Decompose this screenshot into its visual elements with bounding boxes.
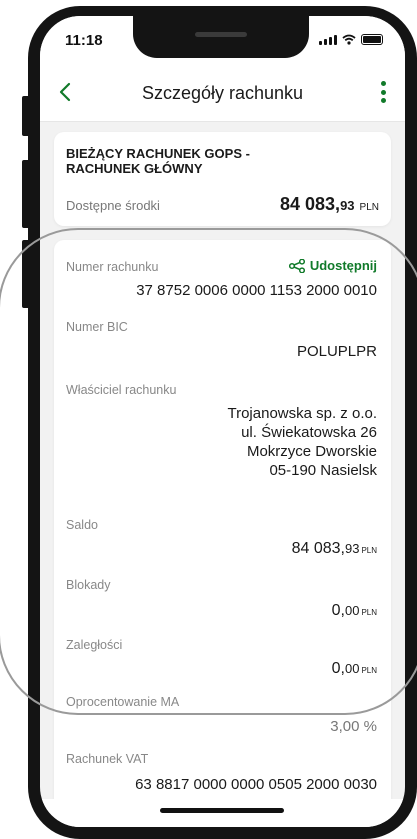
balance-int: 84 083, xyxy=(291,540,345,557)
owner-line: 05-190 Nasielsk xyxy=(269,462,377,479)
bic-value: POLUPLPR xyxy=(296,343,377,360)
account-number-value: 37 8752 0006 0000 1153 2000 0010 xyxy=(136,282,377,299)
account-name: BIEŻĄCY RACHUNEK GOPS - RACHUNEK GŁÓWNY xyxy=(66,146,250,176)
balance-value: 84 083,93 PLN xyxy=(292,540,377,558)
balance-label: Saldo xyxy=(66,518,98,532)
app-header: Szczegóły rachunku xyxy=(40,64,405,122)
stage: 11:18 Szczegóły rachunku BIEŻĄCY RACHUNE… xyxy=(0,0,417,839)
interest-value: 3,00 % xyxy=(330,718,377,735)
vat-account-label: Rachunek VAT xyxy=(66,752,149,766)
bic-label: Numer BIC xyxy=(66,320,128,334)
notch xyxy=(133,16,309,58)
owner-line: ul. Świekatowska 26 xyxy=(241,424,377,441)
blocks-currency: PLN xyxy=(361,608,377,617)
page-title: Szczegóły rachunku xyxy=(141,83,304,103)
owner-value: Trojanowska sp. z o.o. ul. Świekatowska … xyxy=(227,404,377,480)
status-time: 11:18 xyxy=(65,32,103,49)
balance-dec: 93 xyxy=(344,541,360,556)
side-button xyxy=(22,96,30,136)
blocks-label: Blokady xyxy=(66,578,111,592)
side-button xyxy=(22,160,30,228)
wifi-icon xyxy=(342,34,356,45)
account-details-card: Numer rachunku Udostępnij 37 8752 0006 0… xyxy=(54,240,391,810)
balance-currency: PLN xyxy=(361,546,377,555)
owner-label: Właściciel rachunku xyxy=(66,383,177,397)
phone-screen: 11:18 Szczegóły rachunku BIEŻĄCY RACHUNE… xyxy=(40,16,405,827)
owner-line: Mokrzyce Dworskie xyxy=(246,443,377,460)
available-funds-currency: PLN xyxy=(359,202,379,213)
available-funds-value: 84 083,93 PLN xyxy=(280,194,379,215)
account-summary-card: BIEŻĄCY RACHUNEK GOPS - RACHUNEK GŁÓWNY … xyxy=(54,132,391,226)
account-name-line: RACHUNEK GŁÓWNY xyxy=(66,161,203,176)
blocks-int: 0, xyxy=(331,602,345,619)
share-icon xyxy=(288,258,305,273)
arrears-label: Zaległości xyxy=(66,638,123,652)
available-funds-label: Dostępne środki xyxy=(66,198,160,213)
arrears-dec: 00 xyxy=(344,661,360,676)
bottom-safe-area xyxy=(40,799,405,827)
more-vertical-icon[interactable] xyxy=(381,81,387,103)
battery-icon xyxy=(361,34,383,45)
share-label: Udostępnij xyxy=(309,258,377,273)
status-icons xyxy=(319,34,383,45)
owner-line: Trojanowska sp. z o.o. xyxy=(227,405,377,422)
signal-icon xyxy=(319,34,337,45)
interest-label: Oprocentowanie MA xyxy=(66,695,180,709)
home-indicator[interactable] xyxy=(160,808,284,813)
available-funds-int: 84 083, xyxy=(280,194,341,214)
vat-account-value: 63 8817 0000 0000 0505 2000 0030 xyxy=(135,776,377,793)
blocks-value: 0,00 PLN xyxy=(332,602,377,620)
arrears-value: 0,00 PLN xyxy=(332,660,377,678)
arrears-int: 0, xyxy=(331,660,345,677)
available-funds-dec: 93 xyxy=(340,198,355,213)
account-number-label: Numer rachunku xyxy=(66,260,159,274)
share-button[interactable]: Udostępnij xyxy=(288,258,377,273)
arrears-currency: PLN xyxy=(361,666,377,675)
account-name-line: BIEŻĄCY RACHUNEK GOPS - xyxy=(66,146,250,161)
side-button xyxy=(22,240,30,308)
blocks-dec: 00 xyxy=(344,603,360,618)
